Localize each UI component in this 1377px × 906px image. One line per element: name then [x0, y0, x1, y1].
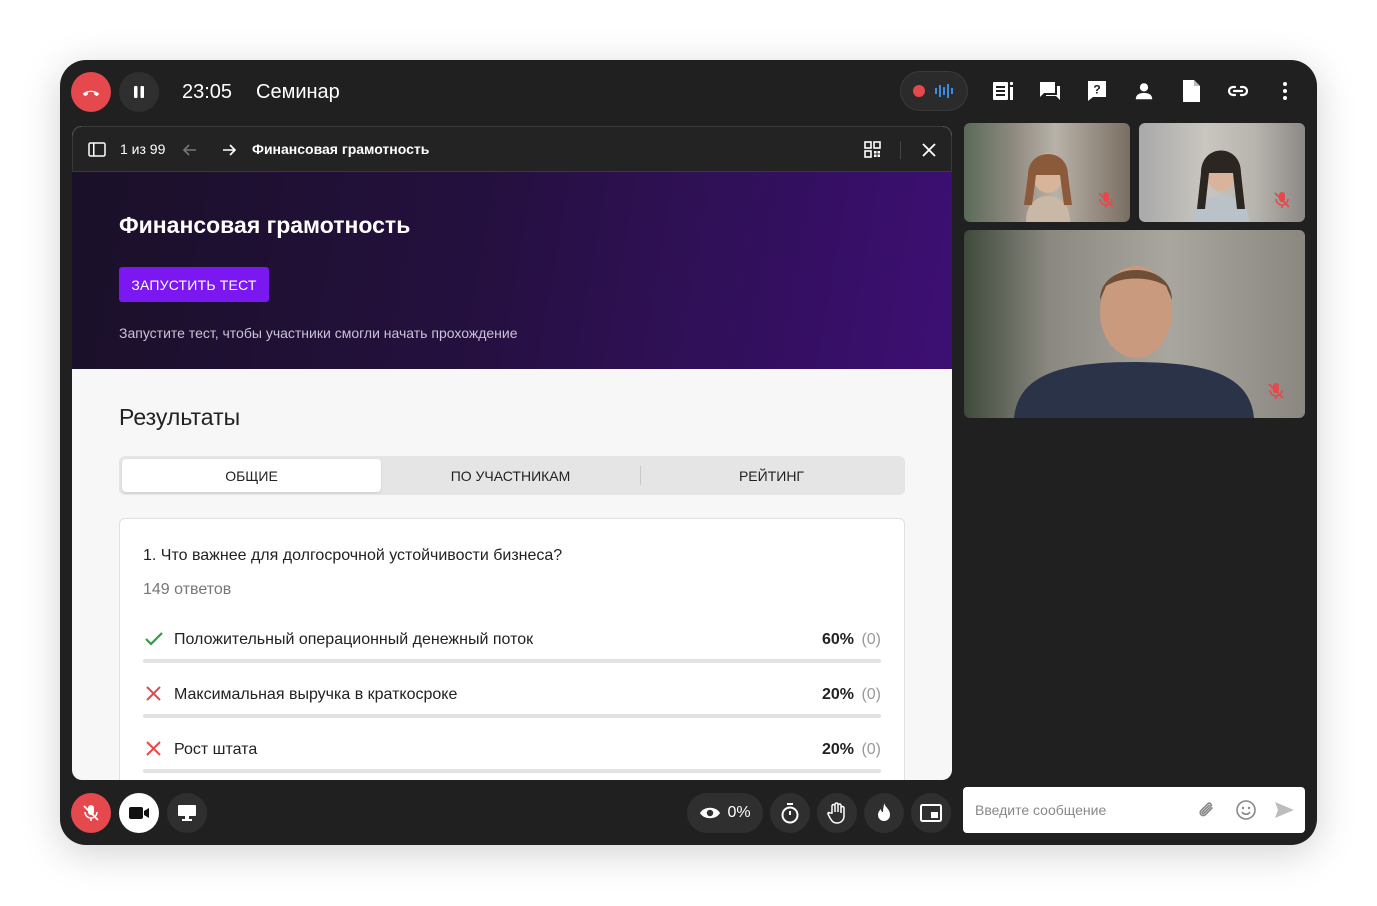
participant-video-speaker[interactable]	[964, 230, 1305, 418]
more-icon	[1283, 82, 1287, 100]
answer-label: Положительный операционный денежный пото…	[174, 631, 534, 648]
attention-meter[interactable]: 0%	[687, 793, 763, 833]
fire-icon	[878, 803, 890, 821]
notes-button[interactable]	[990, 78, 1016, 104]
tab-general[interactable]: ОБЩИЕ	[122, 459, 381, 492]
audio-level-icon	[935, 84, 953, 98]
quiz-hero: Финансовая грамотность ЗАПУСТИТЬ ТЕСТ За…	[72, 172, 952, 369]
quiz-hint: Запустите тест, чтобы участники смогли н…	[119, 325, 518, 341]
answer-bar	[143, 659, 881, 663]
recording-indicator[interactable]	[900, 71, 968, 111]
screen-share-icon	[178, 805, 196, 821]
camera-icon	[129, 807, 149, 819]
picture-in-picture-icon	[920, 804, 942, 822]
close-icon[interactable]	[921, 142, 937, 158]
reactions-button[interactable]	[864, 793, 904, 833]
send-icon[interactable]	[1273, 799, 1295, 821]
chat-icon	[1040, 82, 1060, 100]
answer-count: (0)	[861, 741, 881, 758]
previous-arrow-icon[interactable]	[182, 142, 198, 158]
meeting-title: Семинар	[256, 81, 340, 103]
microphone-off-icon	[1098, 192, 1114, 208]
microphone-toggle-button[interactable]	[71, 793, 111, 833]
answer-label: Рост штата	[174, 741, 258, 758]
attention-percent: 0%	[727, 804, 751, 821]
presentation-panel: 1 из 99 Финансовая грамотность Финансова…	[72, 126, 952, 780]
eye-icon	[700, 807, 721, 819]
answers-count: 149 ответов	[143, 581, 232, 598]
participants-button[interactable]	[1131, 78, 1157, 104]
pause-button[interactable]	[119, 72, 159, 112]
start-test-button[interactable]: ЗАПУСТИТЬ ТЕСТ	[119, 267, 269, 302]
answer-percent: 20%	[821, 686, 854, 703]
answer-row: Рост штата 20% (0)	[143, 738, 881, 778]
chat-composer	[963, 787, 1305, 833]
conference-window: 23:05 Семинар ? 1 из 99 Финансовая грамо…	[60, 60, 1317, 845]
participant-video[interactable]	[1139, 123, 1305, 222]
tab-by-participants[interactable]: ПО УЧАСТНИКАМ	[381, 459, 640, 492]
results-heading: Результаты	[119, 404, 241, 430]
more-button[interactable]	[1272, 78, 1298, 104]
picture-in-picture-button[interactable]	[911, 793, 951, 833]
answer-row: Положительный операционный денежный пото…	[143, 628, 881, 668]
next-arrow-icon[interactable]	[221, 142, 237, 158]
answer-bar	[143, 714, 881, 718]
elapsed-time: 23:05	[182, 81, 233, 103]
microphone-off-icon	[1274, 192, 1290, 208]
answer-percent: 20%	[821, 741, 854, 758]
record-dot-icon	[913, 85, 925, 97]
screen-share-button[interactable]	[167, 793, 207, 833]
results-tabs: ОБЩИЕ ПО УЧАСТНИКАМ РЕЙТИНГ	[119, 456, 905, 495]
question-icon: ?	[1088, 81, 1106, 101]
document-title: Финансовая грамотность	[252, 141, 430, 157]
phone-hangup-icon	[82, 90, 100, 97]
check-icon	[145, 632, 163, 646]
participants-icon	[1135, 83, 1153, 100]
notes-icon	[993, 81, 1014, 100]
answer-percent: 60%	[821, 631, 854, 648]
answer-count: (0)	[861, 631, 881, 648]
answer-label: Максимальная выручка в краткосроке	[174, 686, 458, 703]
toolbar-divider	[900, 141, 901, 159]
end-call-button[interactable]	[71, 72, 111, 112]
microphone-off-icon	[83, 805, 99, 821]
quiz-title: Финансовая грамотность	[119, 212, 411, 238]
tab-rating[interactable]: РЕЙТИНГ	[641, 459, 902, 492]
timer-button[interactable]	[770, 793, 810, 833]
raise-hand-button[interactable]	[817, 793, 857, 833]
camera-toggle-button[interactable]	[119, 793, 159, 833]
participant-video[interactable]	[964, 123, 1130, 222]
message-input[interactable]	[975, 787, 1185, 833]
question-card: 1. Что важнее для долгосрочной устойчиво…	[119, 518, 905, 780]
microphone-off-icon	[1268, 383, 1284, 399]
emoji-icon[interactable]	[1235, 799, 1257, 821]
answer-count: (0)	[861, 686, 881, 703]
page-counter: 1 из 99	[120, 141, 166, 157]
raise-hand-icon	[827, 802, 845, 824]
qr-code-icon[interactable]	[864, 141, 881, 158]
questions-button[interactable]: ?	[1084, 78, 1110, 104]
answer-row: Максимальная выручка в краткосроке 20% (…	[143, 683, 881, 723]
sidebar-toggle-icon[interactable]	[88, 142, 106, 157]
link-icon	[1227, 85, 1249, 97]
chat-button[interactable]	[1037, 78, 1063, 104]
attachment-icon[interactable]	[1196, 799, 1218, 821]
participant-silhouette	[1014, 266, 1254, 418]
svg-text:?: ?	[1093, 83, 1100, 97]
cross-icon	[146, 686, 161, 701]
cross-icon	[146, 741, 161, 756]
timer-icon	[781, 803, 799, 824]
document-button[interactable]	[1178, 78, 1204, 104]
answer-bar	[143, 769, 881, 773]
question-title: 1. Что важнее для долгосрочной устойчиво…	[143, 547, 563, 564]
presentation-toolbar: 1 из 99 Финансовая грамотность	[72, 126, 952, 172]
document-icon	[1183, 80, 1200, 102]
link-button[interactable]	[1225, 78, 1251, 104]
pause-icon	[134, 86, 144, 98]
